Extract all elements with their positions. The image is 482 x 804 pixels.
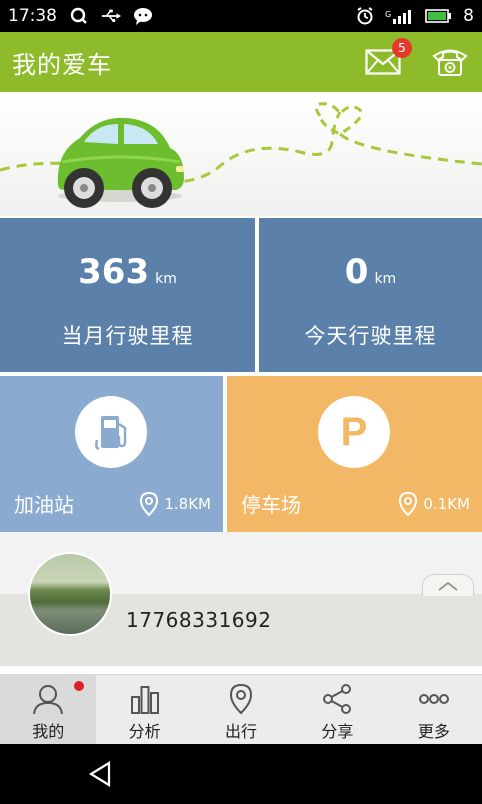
usb-icon [101, 6, 121, 26]
month-mileage-unit: km [155, 271, 177, 287]
today-mileage-label: 今天行驶里程 [304, 324, 437, 348]
avatar[interactable] [28, 552, 112, 636]
tab-mine-label: 我的 [32, 722, 65, 741]
back-triangle-icon [88, 761, 111, 787]
unread-badge: 5 [392, 38, 412, 58]
status-time: 17:38 [8, 6, 57, 26]
svg-text:G: G [385, 10, 391, 19]
tab-analysis[interactable]: 分析 [96, 675, 192, 744]
location-pin-icon [140, 492, 159, 516]
more-icon [418, 694, 449, 704]
battery-icon [425, 6, 453, 26]
tab-mine[interactable]: 我的 [0, 675, 97, 744]
today-mileage-tile[interactable]: 0 km 今天行驶里程 [259, 218, 482, 372]
call-button[interactable] [430, 46, 470, 78]
notification-dot [74, 681, 84, 691]
wechat-icon [133, 6, 153, 26]
bottom-tab-bar: 我的 分析 出行 分享 更多 [0, 674, 482, 744]
gas-station-distance-value: 1.8KM [164, 495, 211, 513]
battery-level: 8 [463, 6, 474, 26]
tab-travel-label: 出行 [225, 722, 258, 741]
telephone-icon [432, 49, 468, 76]
car-illustration [0, 102, 482, 208]
signal-icon: G [385, 6, 415, 26]
gas-station-tile[interactable]: 加油站 1.8KM [0, 376, 223, 532]
mail-button[interactable]: 5 [364, 38, 412, 78]
month-mileage-number: 363 [78, 252, 150, 292]
today-mileage-value: 0 km [259, 252, 482, 292]
month-mileage-tile[interactable]: 363 km 当月行驶里程 [0, 218, 255, 372]
divider [0, 666, 482, 674]
back-button[interactable] [84, 758, 116, 790]
today-mileage-unit: km [374, 271, 397, 287]
tab-share-label: 分享 [321, 722, 354, 741]
month-mileage-label: 当月行驶里程 [61, 324, 194, 348]
tab-analysis-label: 分析 [128, 722, 161, 741]
bar-chart-icon [130, 686, 159, 714]
today-mileage-number: 0 [344, 252, 369, 292]
parking-icon: P [318, 396, 390, 468]
collapse-button[interactable] [422, 574, 474, 596]
app-header: 我的爱车 5 [0, 32, 482, 92]
gas-station-label: 加油站 [14, 493, 74, 517]
location-pin-icon [399, 492, 418, 516]
page-title: 我的爱车 [12, 50, 112, 79]
tab-more-label: 更多 [417, 722, 450, 741]
qq-icon [69, 6, 89, 26]
tab-more[interactable]: 更多 [386, 675, 482, 744]
person-icon [33, 685, 64, 715]
location-pin-icon [230, 683, 253, 715]
chevron-up-icon [438, 581, 458, 591]
parking-icon-letter: P [340, 409, 368, 454]
car-banner [0, 92, 482, 216]
gas-station-distance: 1.8KM [140, 492, 211, 516]
month-mileage-value: 363 km [0, 252, 255, 292]
gas-pump-icon [75, 396, 147, 468]
tab-share[interactable]: 分享 [289, 675, 385, 744]
alarm-icon [355, 6, 375, 26]
parking-tile[interactable]: P 停车场 0.1KM [227, 376, 482, 532]
parking-distance-value: 0.1KM [423, 495, 470, 513]
parking-label: 停车场 [241, 493, 301, 517]
status-bar: 17:38 G 8 [0, 0, 482, 32]
tab-travel[interactable]: 出行 [193, 675, 289, 744]
share-icon [323, 684, 352, 714]
system-nav-bar [0, 744, 482, 804]
user-phone-number: 17768331692 [126, 608, 272, 632]
parking-distance: 0.1KM [399, 492, 470, 516]
